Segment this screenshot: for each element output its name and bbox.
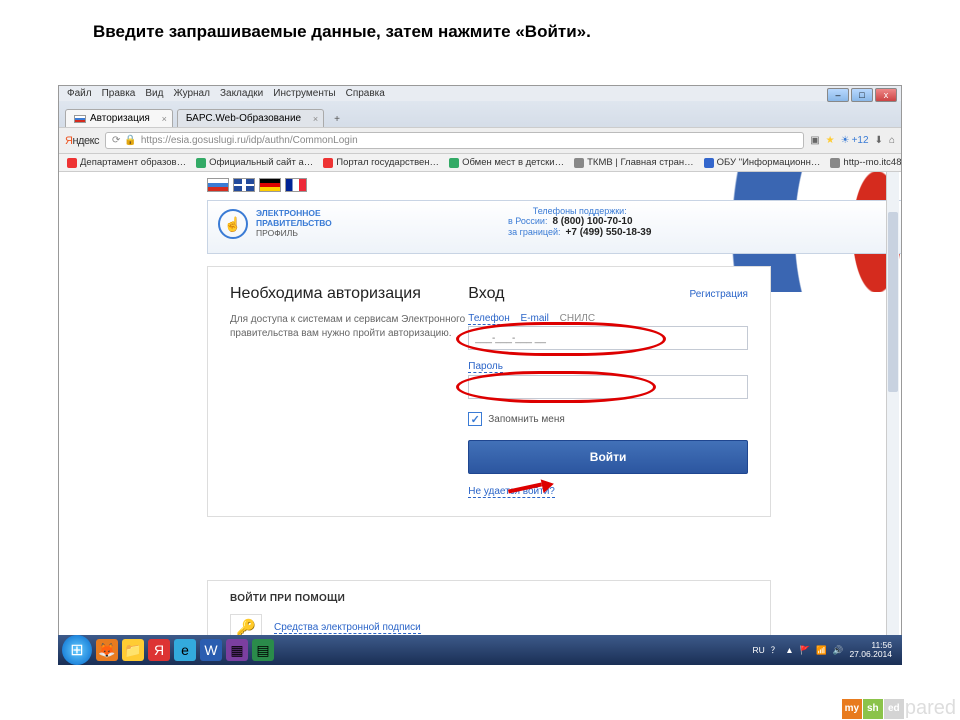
- window-controls: – □ x: [827, 88, 897, 102]
- instruction-caption: Введите запрашиваемые данные, затем нажм…: [0, 0, 960, 42]
- bookmark-item[interactable]: ТКМВ | Главная стран…: [574, 157, 694, 168]
- bookmark-item[interactable]: Департамент образов…: [67, 157, 186, 168]
- start-button[interactable]: ⊞: [62, 635, 92, 665]
- tray-network-icon[interactable]: 📶: [816, 645, 827, 656]
- lang-ru[interactable]: [207, 178, 229, 192]
- tray-flag-icon[interactable]: 🚩: [800, 645, 811, 656]
- browser-tab-active[interactable]: Авторизация ×: [65, 109, 173, 127]
- download-icon[interactable]: ⬇: [875, 135, 883, 146]
- taskbar-yandex-icon[interactable]: Я: [148, 639, 170, 661]
- remember-me[interactable]: ✓ Запомнить меня: [468, 412, 748, 426]
- addr-tools: ▣ ★ ☀ +12 ⬇ ⌂: [810, 135, 895, 146]
- checkbox-icon[interactable]: ✓: [468, 412, 482, 426]
- lang-fr[interactable]: [285, 178, 307, 192]
- support-phones: Телефоны поддержки: в России: 8 (800) 10…: [508, 206, 651, 238]
- menu-history[interactable]: Журнал: [173, 88, 210, 99]
- close-tab-icon[interactable]: ×: [162, 114, 167, 124]
- language-flags: [207, 178, 307, 192]
- close-tab-icon[interactable]: ×: [313, 114, 318, 124]
- login-form: Вход Регистрация Телефон E-mail СНИЛС Па…: [468, 285, 748, 498]
- url-text: https://esia.gosuslugi.ru/idp/authn/Comm…: [141, 135, 358, 146]
- system-tray: RU ？ ▲ 🚩 📶 🔊 11:56 27.06.2014: [752, 641, 898, 660]
- lang-de[interactable]: [259, 178, 281, 192]
- watermark: myshed pared: [842, 697, 956, 720]
- maximize-button[interactable]: □: [851, 88, 873, 102]
- site-header: ☝ ЭЛЕКТРОННОЕ ПРАВИТЕЛЬСТВО ПРОФИЛЬ Теле…: [207, 200, 901, 254]
- weather-widget[interactable]: ☀ +12: [841, 135, 869, 146]
- taskbar-ie-icon[interactable]: e: [174, 639, 196, 661]
- reload-icon[interactable]: ⟳: [112, 135, 120, 146]
- taskbar-firefox-icon[interactable]: 🦊: [96, 639, 118, 661]
- menu-bookmarks[interactable]: Закладки: [220, 88, 263, 99]
- auth-info-title: Необходима авторизация: [230, 285, 468, 303]
- scroll-thumb[interactable]: [888, 212, 898, 392]
- menu-edit[interactable]: Правка: [102, 88, 136, 99]
- bookmark-item[interactable]: ОБУ "Информационн…: [704, 157, 821, 168]
- search-engine-label: Яндекс: [65, 135, 99, 147]
- register-link[interactable]: Регистрация: [690, 289, 748, 300]
- cant-login-link[interactable]: Не удается войти?: [468, 486, 555, 498]
- lang-en[interactable]: [233, 178, 255, 192]
- minimize-button[interactable]: –: [827, 88, 849, 102]
- windows-taskbar: ⊞ 🦊 📁 Я e W ▦ ▤ RU ？ ▲ 🚩 📶 🔊 11:56 27.06…: [58, 635, 902, 665]
- id-tab-snils[interactable]: СНИЛС: [560, 313, 595, 325]
- tray-volume-icon[interactable]: 🔊: [833, 645, 844, 656]
- tray-icon[interactable]: ▲: [785, 645, 793, 655]
- bookmark-item[interactable]: Обмен мест в детски…: [449, 157, 564, 168]
- tray-icon[interactable]: ？: [771, 644, 780, 656]
- lock-icon: 🔒: [124, 135, 136, 146]
- logo-icon: ☝: [218, 209, 248, 239]
- browser-tab[interactable]: БАРС.Web-Образование ×: [177, 109, 324, 127]
- identifier-tabs: Телефон E-mail СНИЛС: [468, 313, 748, 324]
- bookmarks-bar: Департамент образов… Официальный сайт а……: [59, 154, 901, 172]
- flag-icon: [74, 115, 86, 123]
- taskbar-word-icon[interactable]: W: [200, 639, 222, 661]
- bookmark-item[interactable]: http--mo.itc48.ru7878…: [830, 157, 901, 168]
- taskbar-clock[interactable]: 11:56 27.06.2014: [849, 641, 892, 660]
- bookmark-item[interactable]: Портал государствен…: [323, 157, 439, 168]
- menu-help[interactable]: Справка: [346, 88, 385, 99]
- page-content: ☝ ЭЛЕКТРОННОЕ ПРАВИТЕЛЬСТВО ПРОФИЛЬ Теле…: [59, 172, 901, 660]
- tab-bar: Авторизация × БАРС.Web-Образование × +: [59, 101, 901, 127]
- logo-text: ЭЛЕКТРОННОЕ ПРАВИТЕЛЬСТВО ПРОФИЛЬ: [256, 209, 332, 238]
- auth-info: Необходима авторизация Для доступа к сис…: [230, 285, 468, 498]
- id-tab-phone[interactable]: Телефон: [468, 313, 509, 325]
- vertical-scrollbar[interactable]: [886, 172, 899, 660]
- close-button[interactable]: x: [875, 88, 897, 102]
- auth-info-text: Для доступа к системам и сервисам Электр…: [230, 313, 468, 341]
- address-bar: Яндекс ⟳ 🔒 https://esia.gosuslugi.ru/idp…: [59, 127, 901, 154]
- password-label[interactable]: Пароль: [468, 361, 503, 373]
- site-logo[interactable]: ☝ ЭЛЕКТРОННОЕ ПРАВИТЕЛЬСТВО ПРОФИЛЬ: [218, 209, 332, 239]
- new-tab-button[interactable]: +: [328, 112, 346, 127]
- star-icon[interactable]: ★: [826, 135, 835, 146]
- lang-indicator[interactable]: RU: [752, 645, 764, 655]
- menu-bar: Файл Правка Вид Журнал Закладки Инструме…: [59, 86, 901, 101]
- identifier-input[interactable]: [468, 326, 748, 350]
- browser-window: – □ x Файл Правка Вид Журнал Закладки Ин…: [58, 85, 902, 665]
- alt-login-link[interactable]: Средства электронной подписи: [274, 622, 421, 634]
- menu-view[interactable]: Вид: [145, 88, 163, 99]
- tab-label: Авторизация: [90, 113, 150, 124]
- home-icon[interactable]: ⌂: [889, 135, 895, 146]
- taskbar-app-icon[interactable]: ▦: [226, 639, 248, 661]
- taskbar-explorer-icon[interactable]: 📁: [122, 639, 144, 661]
- auth-panel: Необходима авторизация Для доступа к сис…: [207, 266, 771, 517]
- url-input[interactable]: ⟳ 🔒 https://esia.gosuslugi.ru/idp/authn/…: [105, 132, 804, 149]
- alt-login-title: ВОЙТИ ПРИ ПОМОЩИ: [230, 593, 748, 604]
- tab-label: БАРС.Web-Образование: [186, 113, 301, 124]
- menu-file[interactable]: Файл: [67, 88, 92, 99]
- bookmark-item[interactable]: Официальный сайт а…: [196, 157, 313, 168]
- id-tab-email[interactable]: E-mail: [521, 313, 549, 325]
- rss-icon[interactable]: ▣: [810, 135, 819, 146]
- menu-tools[interactable]: Инструменты: [273, 88, 335, 99]
- signin-button[interactable]: Войти: [468, 440, 748, 474]
- taskbar-app-icon[interactable]: ▤: [252, 639, 274, 661]
- password-input[interactable]: [468, 375, 748, 399]
